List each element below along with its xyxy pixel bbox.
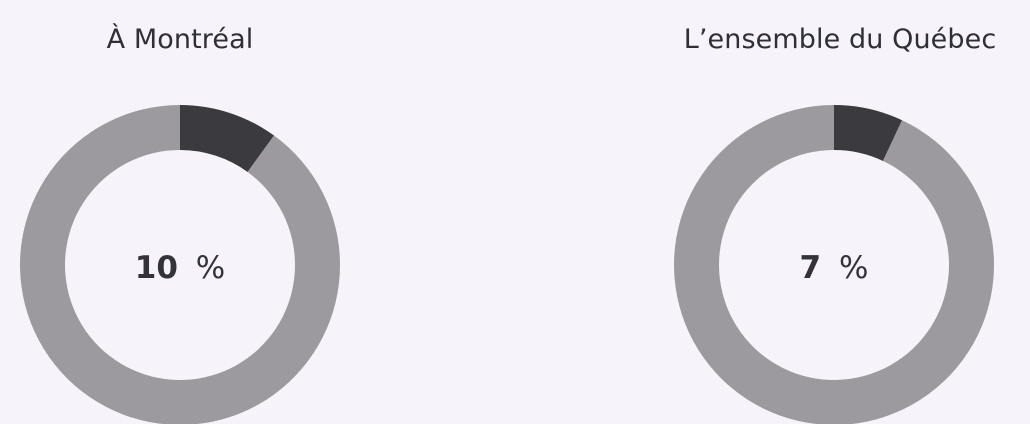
donut-chart-quebec: 7 %	[674, 105, 994, 424]
center-value-label: 7 %	[800, 250, 869, 286]
chart-panel-montreal: À Montréal 10 %	[0, 0, 380, 424]
center-value-unit: %	[839, 250, 868, 286]
center-value-label: 10 %	[135, 250, 225, 286]
donut-chart-montreal: 10 %	[20, 105, 340, 424]
chart-panel-quebec: L’ensemble du Québec 7 %	[650, 0, 1030, 424]
chart-title: À Montréal	[106, 24, 254, 55]
center-value-number: 10	[135, 250, 178, 286]
center-value-unit: %	[196, 250, 225, 286]
center-value-number: 7	[800, 250, 822, 286]
chart-title: L’ensemble du Québec	[683, 24, 997, 55]
donut-slice-remainder	[674, 105, 994, 424]
donut-slices	[674, 105, 994, 424]
